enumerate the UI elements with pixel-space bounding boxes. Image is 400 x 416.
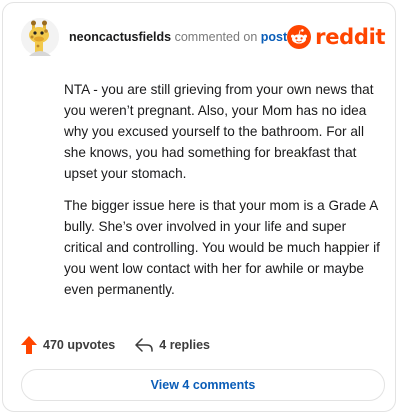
reddit-snoo-icon xyxy=(287,25,312,49)
reply-count: 4 replies xyxy=(159,338,210,352)
user-avatar[interactable] xyxy=(21,18,59,56)
comment-body: NTA - you are still grieving from your o… xyxy=(64,79,382,311)
comment-actions: 470 upvotes 4 replies xyxy=(21,336,210,354)
comment-card: neoncactusfields commented on post reddi… xyxy=(2,2,396,412)
upvote-arrow-icon xyxy=(21,336,37,354)
post-link[interactable]: post xyxy=(261,30,287,44)
username-link[interactable]: neoncactusfields xyxy=(69,30,171,44)
upvote-button[interactable]: 470 upvotes xyxy=(21,336,115,354)
comment-header: neoncactusfields commented on post reddi… xyxy=(21,17,386,57)
view-comments-label: View 4 comments xyxy=(150,378,256,392)
giraffe-avatar-icon xyxy=(21,18,59,56)
reply-arrow-icon xyxy=(135,338,154,352)
reply-button[interactable]: 4 replies xyxy=(135,338,210,352)
comment-paragraph: The bigger issue here is that your mom i… xyxy=(64,198,380,297)
comment-byline: neoncactusfields commented on post xyxy=(69,30,287,44)
reddit-brand[interactable]: reddit xyxy=(287,25,386,49)
comment-paragraph: NTA - you are still grieving from your o… xyxy=(64,82,374,181)
reddit-wordmark: reddit xyxy=(315,25,386,49)
byline-action-text: commented on xyxy=(174,30,258,44)
upvote-count: 470 upvotes xyxy=(43,338,116,352)
view-comments-button[interactable]: View 4 comments xyxy=(21,369,385,401)
